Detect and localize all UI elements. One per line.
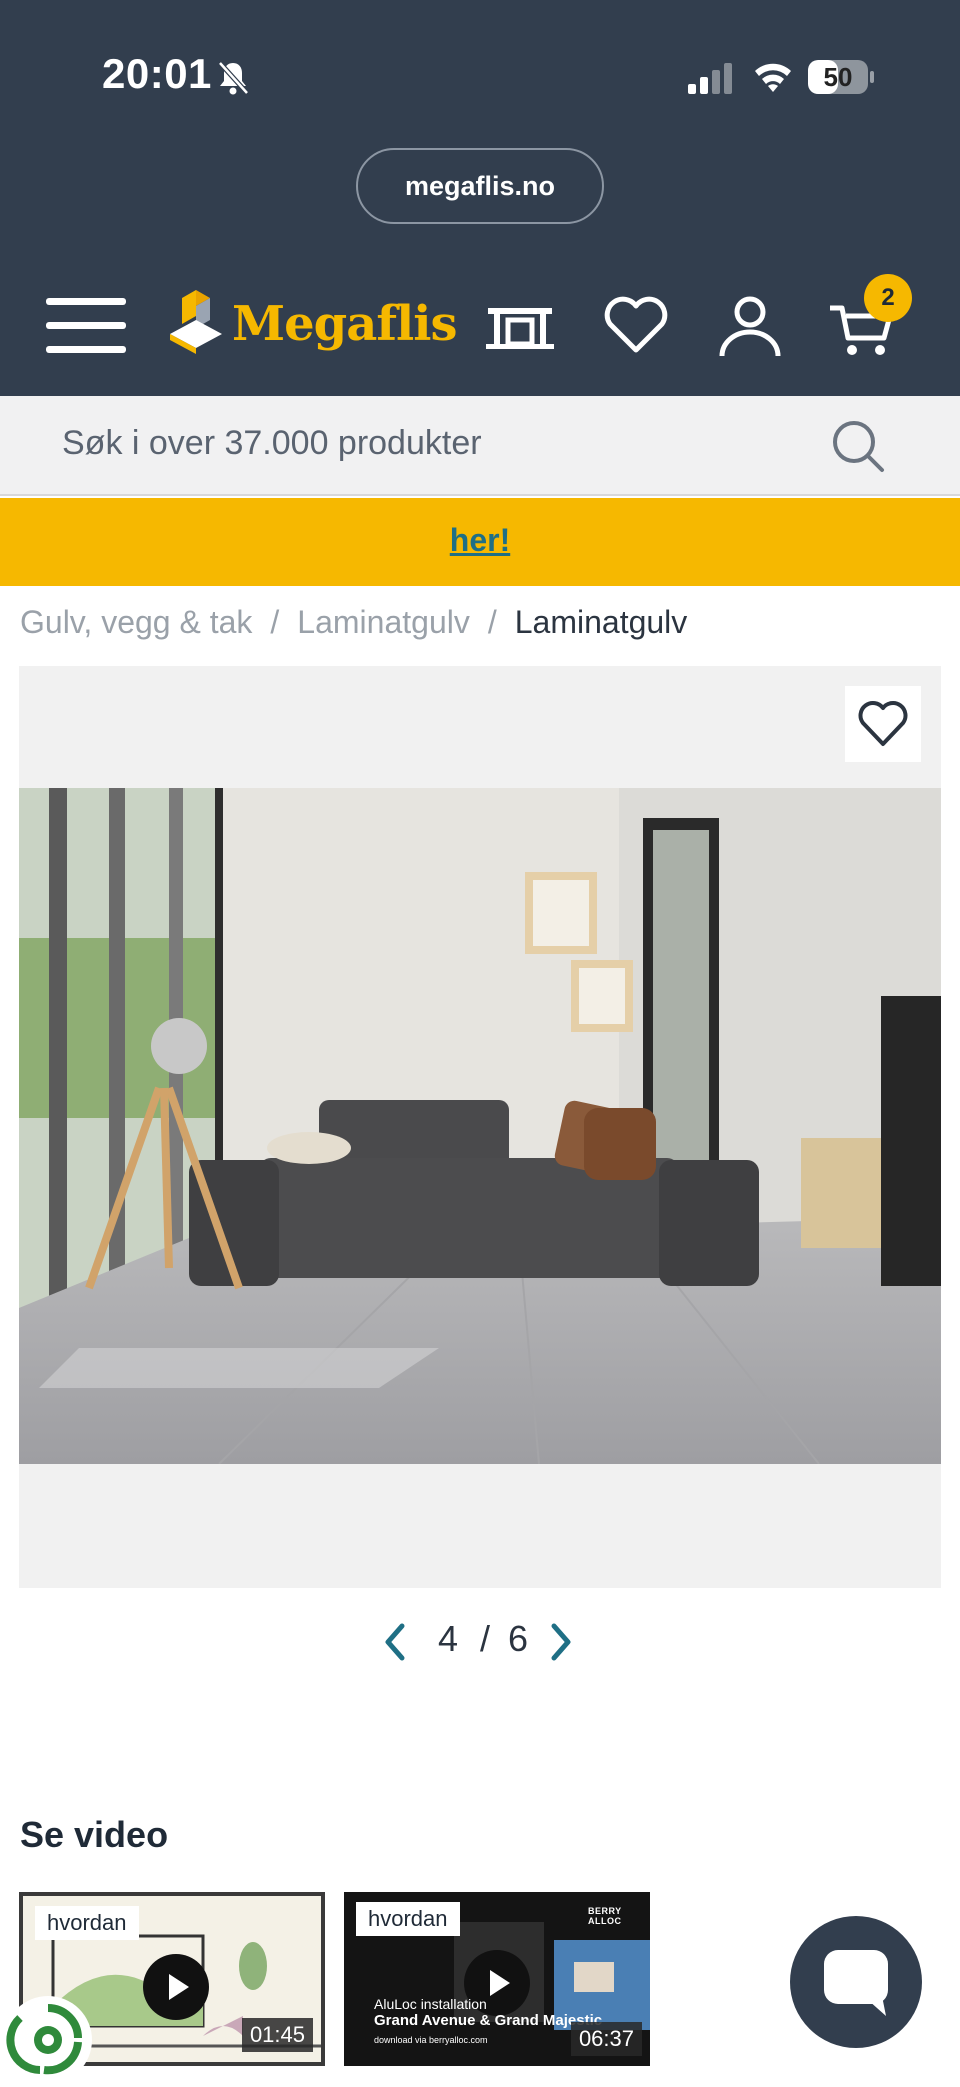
battery-percent: 50 [823,62,853,92]
breadcrumb-separator: / [487,604,497,640]
pager-separator: / [480,1618,491,1659]
pager-total: 6 [508,1618,529,1659]
search-icon[interactable] [830,418,886,474]
video-thumbnail[interactable]: hvordan BERRY ALLOC AluLoc installation … [344,1892,650,2066]
video-duration: 06:37 [570,2022,642,2056]
muted-bell-icon [218,61,249,95]
breadcrumb: Gulv, vegg & tak / Laminatgulv / Laminatgulv [20,604,687,654]
wifi-icon [755,63,791,92]
chat-button[interactable] [790,1916,922,2048]
store-icon[interactable] [484,294,556,358]
site-logo[interactable]: Megaflis [170,290,457,362]
video-tag: hvordan [356,1902,460,1936]
logo-mark-icon [170,290,222,354]
status-time: 20:01 [102,50,212,97]
play-icon[interactable] [143,1954,209,2020]
living-room-photo [19,788,941,1464]
video-tag: hvordan [35,1906,139,1940]
breadcrumb-item[interactable]: Gulv, vegg & tak [20,604,252,641]
product-gallery[interactable] [19,666,941,1588]
breadcrumb-item[interactable]: Laminatgulv [297,604,470,641]
chat-bubble-icon [824,1950,888,2016]
recycle-badge-icon[interactable] [0,1990,96,2087]
video-brand: BERRY ALLOC [588,1906,622,1926]
user-icon[interactable] [714,294,786,358]
video-caption-line: AluLoc installation [374,1996,487,2012]
video-section-title: Se video [20,1814,169,1855]
breadcrumb-separator: / [270,604,280,640]
pager-current: 4 [438,1618,459,1659]
chevron-left-icon[interactable] [380,1620,410,1664]
search-input[interactable]: Søk i over 37.000 produkter [62,424,482,463]
banner-link[interactable]: her! [0,522,960,559]
favorite-button[interactable] [845,686,921,762]
heart-icon[interactable] [600,294,672,358]
chevron-right-icon[interactable] [546,1620,576,1664]
menu-icon[interactable] [46,298,126,354]
search-bar[interactable]: Søk i over 37.000 produkter [0,396,960,496]
battery-indicator: 50 [808,60,874,94]
logo-text: Megaflis [232,296,457,352]
status-bar: 20:01 50 [0,0,960,130]
cellular-signal-icon [688,63,732,94]
gallery-pager: 4 / 6 [380,1612,580,1672]
main-nav: Megaflis 2 [0,270,960,380]
heart-icon [858,701,908,746]
top-header: 20:01 50 megaflis.no Megaflis 2 [0,0,960,396]
banner-clipped-text [300,498,860,512]
promo-banner: her! [0,498,960,586]
breadcrumb-current: Laminatgulv [514,604,688,640]
cart-count-badge: 2 [864,274,912,322]
browser-url-pill[interactable]: megaflis.no [356,148,604,224]
video-duration: 01:45 [241,2018,313,2052]
product-image[interactable] [19,788,941,1464]
